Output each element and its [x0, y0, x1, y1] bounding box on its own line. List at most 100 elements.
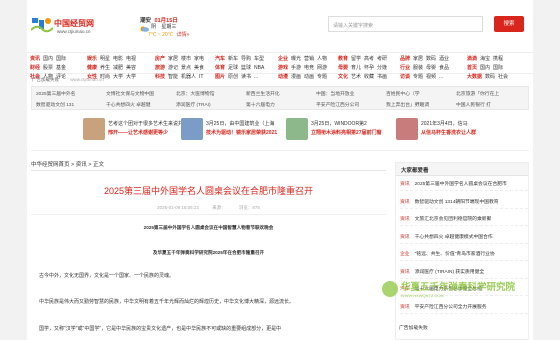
nav-link[interactable]: 海宝 [480, 56, 490, 62]
sidebar-item-title[interactable]: "铭远、共生、价值"青岛市家酒行业协 [415, 252, 495, 257]
nav-link[interactable]: 大学 [113, 74, 123, 80]
grid-link[interactable]: 我上奔出台」野趣调 [386, 101, 429, 108]
promo-thumbnail[interactable] [181, 118, 203, 140]
grid-link[interactable]: 千心共想四火 卓越健 [106, 101, 151, 108]
nav-link[interactable]: 教育 [338, 56, 348, 62]
grid-link[interactable]: 添润医疗 (TRAI) [176, 101, 211, 108]
nav-link[interactable]: 食品 [439, 65, 449, 71]
grid-link[interactable]: 文博社文保与文物中国 [106, 90, 154, 97]
nav-link[interactable]: 智能 [168, 74, 178, 80]
nav-link[interactable]: 行业 [400, 65, 410, 71]
sidebar-item-category[interactable]: 企业 [400, 252, 410, 257]
nav-link[interactable]: 考研 [377, 56, 387, 62]
nav-link[interactable]: 游戏 [278, 65, 288, 71]
nav-link[interactable]: 高考 [364, 56, 374, 62]
nav-link[interactable]: 数码 [485, 74, 495, 80]
nav-link[interactable]: 社会 [498, 74, 508, 80]
nav-link[interactable]: 财经 [30, 65, 40, 71]
promo-headline[interactable]: 立翔衔木涂料亮相第27届前门窗 [311, 129, 382, 136]
nav-link[interactable]: 国际 [56, 56, 66, 62]
nav-link[interactable]: 电影 [113, 56, 123, 62]
nav-link[interactable]: 家居 [413, 56, 423, 62]
promo-caption[interactable]: 艺考这个团对于很多艺术生来说并 [108, 120, 183, 127]
nav-link[interactable]: 国内 [43, 56, 53, 62]
nav-link[interactable]: 电视 [126, 56, 136, 62]
nav-link[interactable]: ... [254, 74, 258, 80]
grid-link[interactable]: 2025第三届中外名 [36, 90, 75, 97]
nav-link[interactable]: 娱乐 [87, 56, 97, 62]
sidebar-item-category[interactable]: 资讯 [400, 270, 410, 275]
nav-link[interactable]: 旅游 [155, 65, 165, 71]
grid-link[interactable]: 第十六届电力 [246, 101, 275, 108]
nav-link[interactable]: 游记 [168, 65, 178, 71]
nav-link[interactable]: 家居 [168, 56, 178, 62]
promo-thumbnail[interactable] [83, 118, 105, 140]
sidebar-item-category[interactable]: 资讯 [400, 235, 410, 240]
promo-caption[interactable]: 3月25日，由中国建筑业（上海 [206, 120, 274, 127]
promo-headline[interactable]: 技术为驱动！镜乐家居荣获2021 [206, 129, 277, 136]
nav-link[interactable]: 访谈 [400, 74, 410, 80]
nav-link[interactable]: 股票 [43, 65, 53, 71]
grid-link[interactable]: 北京旅游「你行在上 [456, 90, 499, 97]
nav-link[interactable]: 网游 [317, 65, 327, 71]
grid-link[interactable]: 北京：大医博物馆 [176, 90, 214, 97]
nav-link[interactable]: 健康 [87, 65, 97, 71]
nav-link[interactable]: 体育 [215, 65, 225, 71]
logo-icon[interactable] [31, 16, 53, 34]
nav-link[interactable]: 明星 [100, 56, 110, 62]
nav-link[interactable]: 资讯 [30, 56, 40, 62]
nav-link[interactable]: 美容 [126, 65, 136, 71]
nav-link[interactable]: 大数据 [467, 74, 482, 80]
nav-link[interactable]: 艺术 [351, 74, 361, 80]
nav-link[interactable]: 基金 [56, 65, 66, 71]
sidebar-list-item[interactable]: 资讯 千心共想四火 卓越健康模式中国合作 [400, 231, 528, 244]
nav-link[interactable]: 留学 [351, 56, 361, 62]
nav-link[interactable]: 国际 [493, 65, 503, 71]
logo-text[interactable]: 中国经贸网 [54, 18, 94, 29]
nav-link[interactable]: 首页 [467, 65, 477, 71]
nav-link[interactable]: 导购 [241, 56, 251, 62]
grid-link[interactable]: 新西兰生活开化 [246, 90, 280, 97]
sidebar-list-item[interactable]: 资讯 2025第三届中外国学名人圆桌会议在合肥市 [400, 178, 528, 191]
sidebar-item-category[interactable]: 资讯 [400, 182, 410, 187]
weather-detail-link[interactable]: 详情» [177, 32, 190, 38]
nav-link[interactable]: 篮球 [241, 65, 251, 71]
promo-caption[interactable]: 3月25日，WINDOOR第2 [311, 120, 367, 127]
sidebar-item-title[interactable]: 千心共想四火 卓越健康模式中国合作 [415, 235, 493, 240]
nav-link[interactable]: 营销 [304, 56, 314, 62]
grid-link[interactable]: 数智驱动文创 131 [36, 101, 74, 108]
nav-link[interactable]: 家电 [194, 56, 204, 62]
nav-link[interactable]: 足球 [228, 65, 238, 71]
search-button[interactable]: 搜索 [494, 16, 524, 32]
nav-link[interactable]: 读书 [241, 74, 251, 80]
nav-link[interactable]: 文化 [338, 74, 348, 80]
nav-link[interactable]: 机器人 [181, 74, 196, 80]
sidebar-item-title[interactable]: 2025第三届中外国学名人圆桌会议在合肥市 [415, 182, 507, 187]
nav-link[interactable]: 原创 [228, 74, 238, 80]
nav-link[interactable]: 人物 [317, 56, 327, 62]
nav-link[interactable]: ... [439, 74, 443, 80]
grid-link[interactable]: 中国：当地开放业 [316, 90, 354, 97]
promo-headline[interactable]: 邢开——让艺术感谢更等少 [108, 129, 168, 136]
nav-link[interactable]: IT [199, 74, 203, 80]
grid-link[interactable]: 中国人民银行 打 [456, 101, 491, 108]
nav-link[interactable]: 大学 [126, 74, 136, 80]
nav-link[interactable]: 视频 [426, 74, 436, 80]
nav-link[interactable]: 图片 [215, 74, 225, 80]
nav-link[interactable]: 楼市 [181, 56, 191, 62]
grid-link[interactable]: 百姓民中心（学 [386, 90, 420, 97]
nav-link[interactable]: 漫画 [291, 74, 301, 80]
nav-link[interactable]: 美食 [194, 65, 204, 71]
nav-link[interactable]: 数码 [426, 56, 436, 62]
nav-link[interactable]: 动画 [304, 74, 314, 80]
nav-link[interactable]: 电竞 [304, 65, 314, 71]
nav-link[interactable]: 景点 [181, 65, 191, 71]
nav-link[interactable]: 收藏 [364, 74, 374, 80]
nav-link[interactable]: 动漫 [278, 74, 288, 80]
sidebar-list-item[interactable]: 企业 "铭远、共生、价值"青岛市家酒行业协 [400, 248, 528, 261]
nav-link[interactable]: 母婴 [426, 65, 436, 71]
nav-link[interactable]: 科技 [155, 74, 165, 80]
nav-link[interactable]: 书画 [377, 74, 387, 80]
nav-link[interactable]: 养生 [100, 65, 110, 71]
nav-link[interactable]: 国内 [480, 65, 490, 71]
